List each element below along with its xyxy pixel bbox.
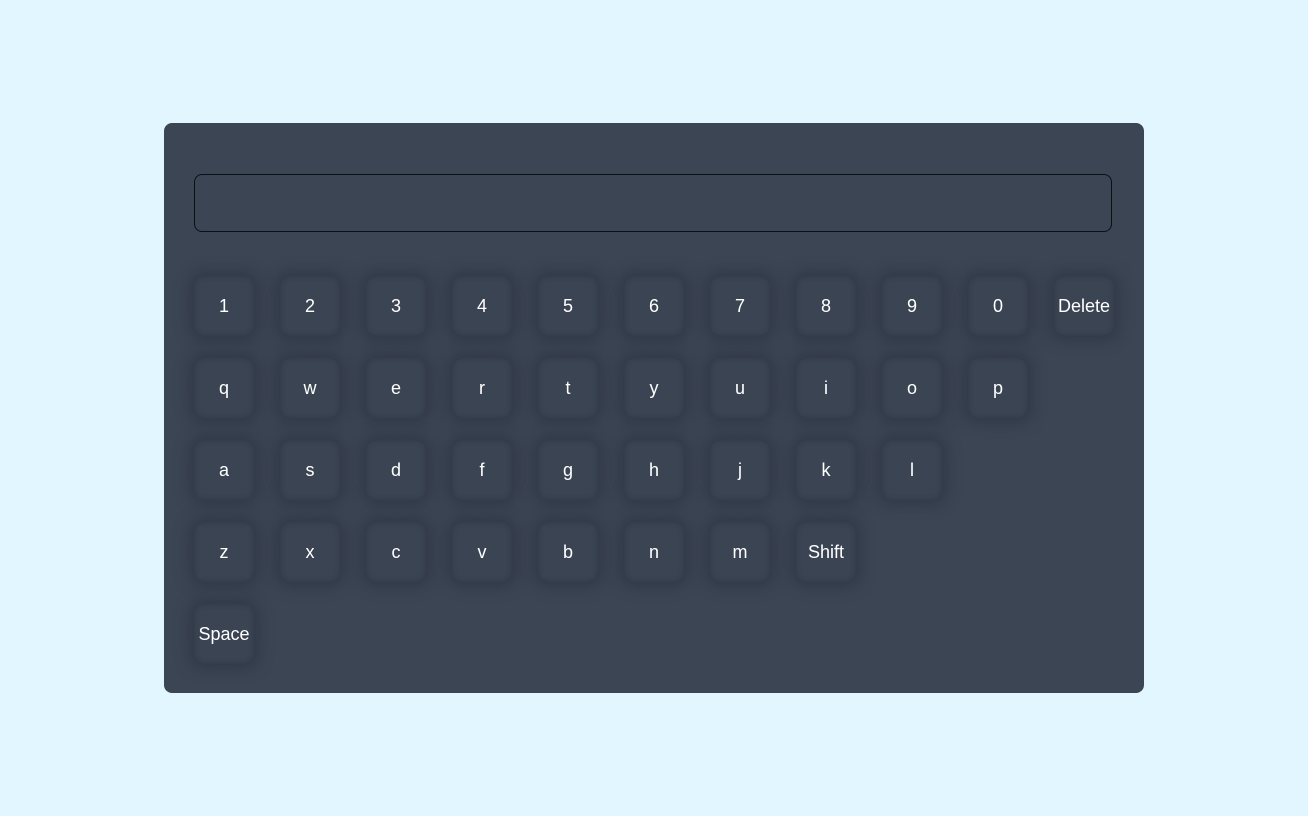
key-d[interactable]: d [366, 440, 426, 500]
key-5[interactable]: 5 [538, 276, 598, 336]
key-o[interactable]: o [882, 358, 942, 418]
space-key[interactable]: Space [194, 604, 254, 664]
key-n[interactable]: n [624, 522, 684, 582]
key-v[interactable]: v [452, 522, 512, 582]
key-x[interactable]: x [280, 522, 340, 582]
key-q[interactable]: q [194, 358, 254, 418]
virtual-keyboard-panel: 1 2 3 4 5 6 7 8 9 0 Delete q w e r t y u… [164, 123, 1144, 693]
key-p[interactable]: p [968, 358, 1028, 418]
delete-key[interactable]: Delete [1054, 276, 1114, 336]
key-4[interactable]: 4 [452, 276, 512, 336]
key-l[interactable]: l [882, 440, 942, 500]
key-h[interactable]: h [624, 440, 684, 500]
key-0[interactable]: 0 [968, 276, 1028, 336]
key-c[interactable]: c [366, 522, 426, 582]
key-b[interactable]: b [538, 522, 598, 582]
key-7[interactable]: 7 [710, 276, 770, 336]
key-a[interactable]: a [194, 440, 254, 500]
key-2[interactable]: 2 [280, 276, 340, 336]
key-s[interactable]: s [280, 440, 340, 500]
text-input-display[interactable] [194, 174, 1112, 232]
key-i[interactable]: i [796, 358, 856, 418]
key-1[interactable]: 1 [194, 276, 254, 336]
key-m[interactable]: m [710, 522, 770, 582]
key-j[interactable]: j [710, 440, 770, 500]
key-r[interactable]: r [452, 358, 512, 418]
shift-key[interactable]: Shift [796, 522, 856, 582]
key-3[interactable]: 3 [366, 276, 426, 336]
key-e[interactable]: e [366, 358, 426, 418]
key-6[interactable]: 6 [624, 276, 684, 336]
key-y[interactable]: y [624, 358, 684, 418]
key-f[interactable]: f [452, 440, 512, 500]
key-z[interactable]: z [194, 522, 254, 582]
key-u[interactable]: u [710, 358, 770, 418]
key-8[interactable]: 8 [796, 276, 856, 336]
key-t[interactable]: t [538, 358, 598, 418]
key-9[interactable]: 9 [882, 276, 942, 336]
key-g[interactable]: g [538, 440, 598, 500]
key-k[interactable]: k [796, 440, 856, 500]
key-w[interactable]: w [280, 358, 340, 418]
